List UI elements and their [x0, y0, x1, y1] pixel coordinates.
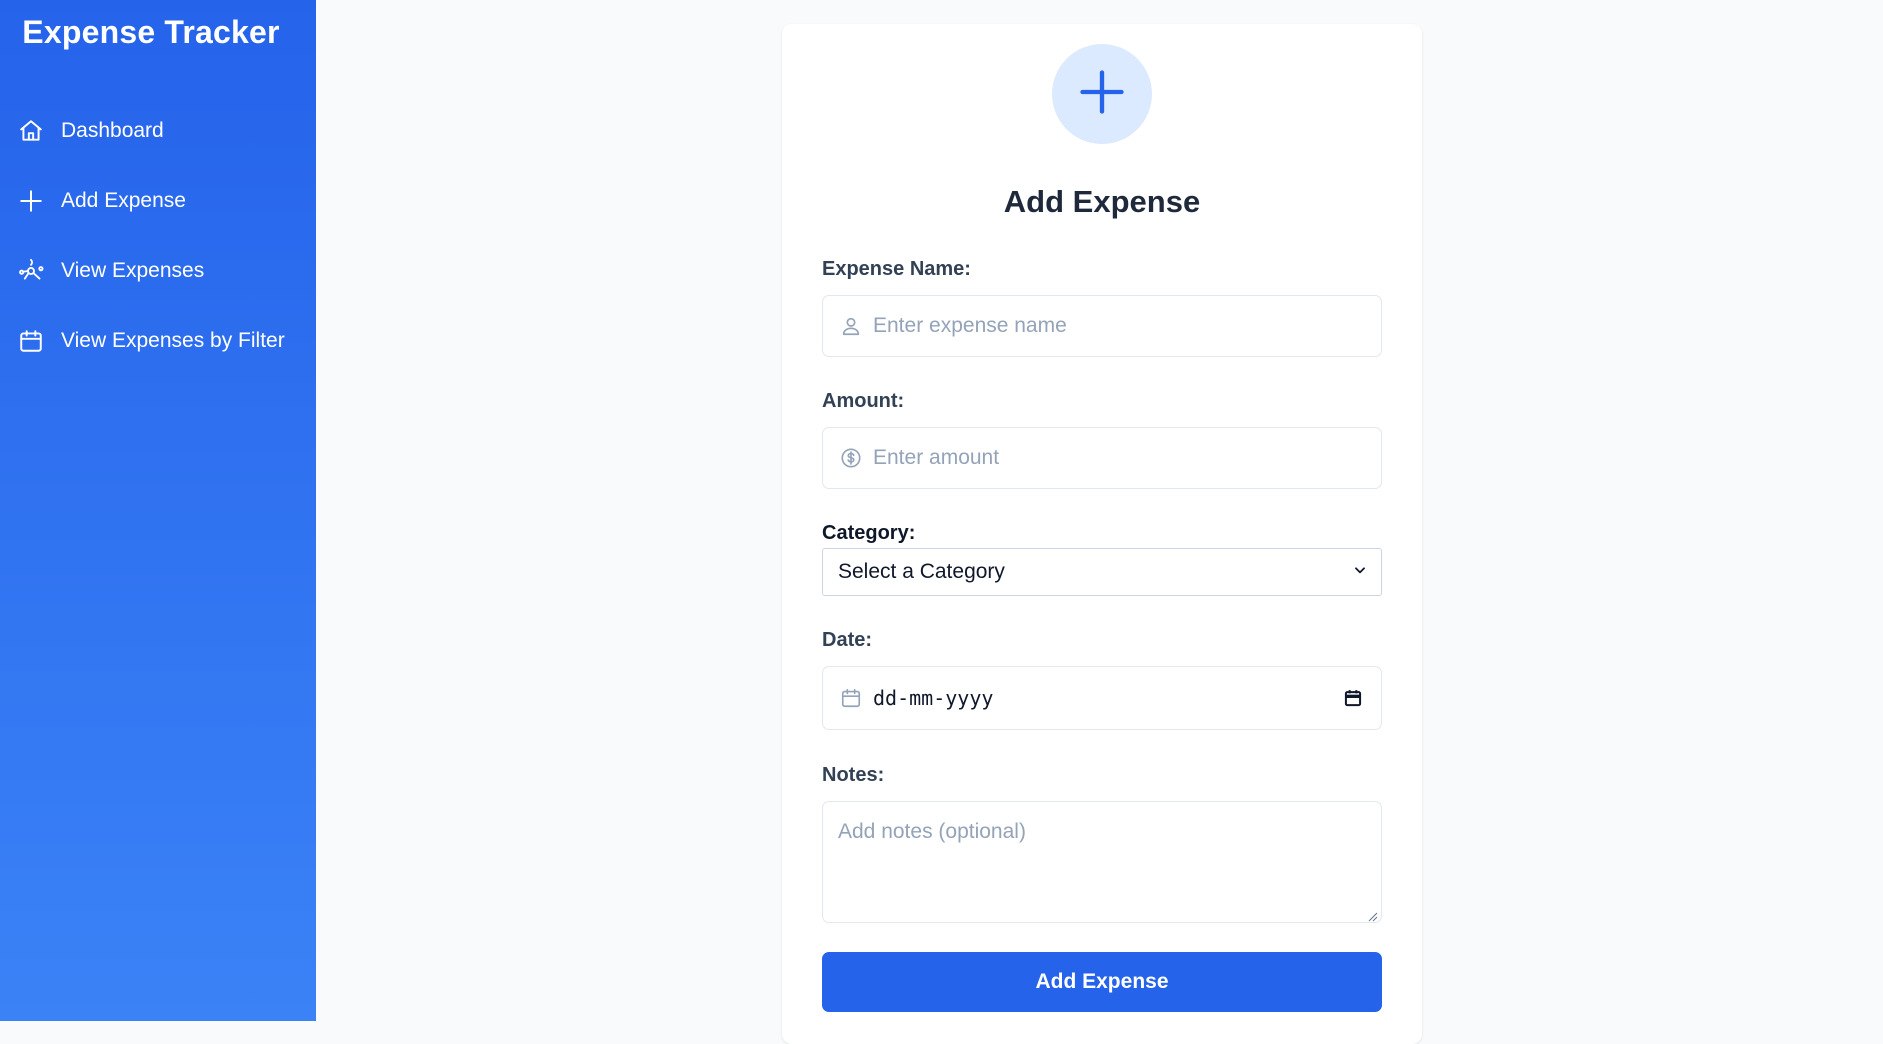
form-title: Add Expense [1003, 184, 1201, 219]
sidebar-nav: Dashboard Add Expense View Expenses View… [0, 96, 316, 376]
main-content: Add Expense Expense Name: Amount: [316, 0, 1883, 1044]
sidebar-item-label: View Expenses [61, 259, 205, 282]
amount-label: Amount: [822, 390, 905, 412]
plus-icon [17, 187, 45, 215]
sidebar-item-label: Add Expense [61, 189, 186, 212]
expenses-list-icon [17, 257, 45, 285]
hero-plus-badge [1052, 44, 1152, 144]
add-expense-card: Add Expense Expense Name: Amount: [782, 24, 1422, 1044]
sidebar-item-dashboard[interactable]: Dashboard [0, 96, 316, 166]
sidebar-item-view-expenses[interactable]: View Expenses [0, 236, 316, 306]
app-title: Expense Tracker [22, 14, 280, 50]
expense-name-field[interactable] [822, 295, 1382, 357]
category-selected-value: Select a Category [838, 560, 1005, 583]
date-input[interactable]: dd-mm-yyyy [873, 686, 1341, 710]
sidebar-item-view-expenses-by-filter[interactable]: View Expenses by Filter [0, 306, 316, 376]
amount-field[interactable] [822, 427, 1382, 489]
date-picker-icon[interactable] [1341, 686, 1365, 710]
notes-textarea[interactable] [823, 802, 1381, 922]
notes-field[interactable] [822, 801, 1382, 923]
date-label: Date: [822, 629, 873, 651]
calendar-icon [839, 686, 863, 710]
sidebar-item-label: Dashboard [61, 119, 164, 142]
home-icon [17, 117, 45, 145]
sidebar-item-add-expense[interactable]: Add Expense [0, 166, 316, 236]
expense-name-label: Expense Name: [822, 258, 971, 280]
category-label: Category: [822, 522, 916, 544]
sidebar-item-label: View Expenses by Filter [61, 329, 285, 352]
chevron-down-icon [1353, 563, 1367, 582]
plus-icon [1076, 66, 1128, 123]
add-expense-button[interactable]: Add Expense [822, 952, 1382, 1012]
category-select[interactable]: Select a Category [822, 548, 1382, 596]
sidebar: Expense Tracker Dashboard Add Expense Vi… [0, 0, 316, 1021]
amount-input[interactable] [873, 428, 1381, 488]
dollar-circle-icon [839, 446, 863, 470]
date-field[interactable]: dd-mm-yyyy [822, 666, 1382, 730]
user-icon [839, 314, 863, 338]
expense-name-input[interactable] [873, 296, 1381, 356]
notes-label: Notes: [822, 764, 885, 786]
resize-handle-icon[interactable] [1368, 909, 1378, 922]
calendar-icon [17, 327, 45, 355]
